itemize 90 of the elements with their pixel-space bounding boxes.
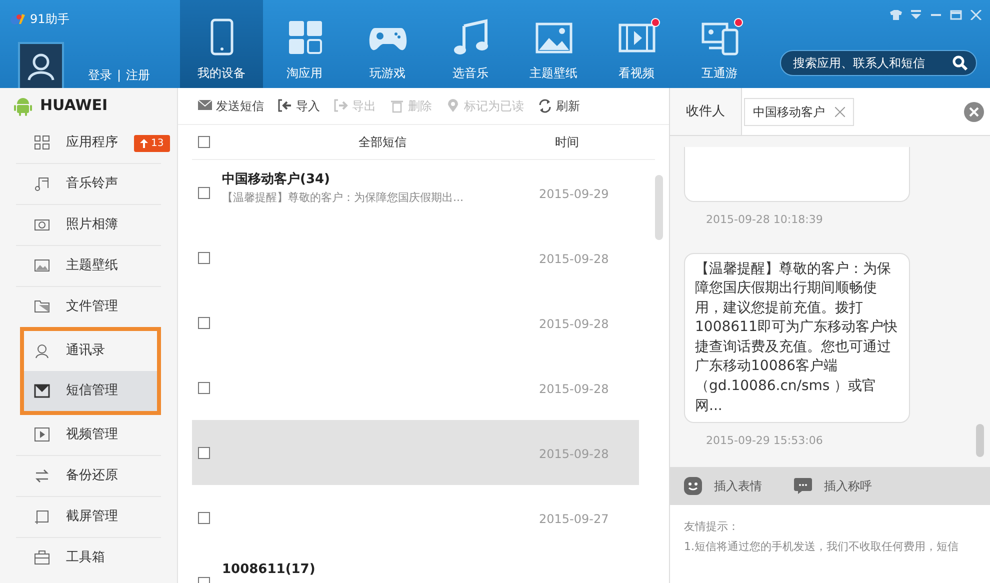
recipient-chip[interactable]: 中国移动客户	[744, 98, 854, 126]
sidebar-item[interactable]: 音乐铃声	[0, 164, 177, 204]
dropdown-icon[interactable]	[910, 10, 922, 20]
envelope-icon	[198, 99, 212, 113]
sidebar-item[interactable]: 备份还原	[0, 456, 177, 496]
tips-title: 友情提示：	[684, 519, 740, 535]
column-header: 全部短信	[358, 134, 408, 151]
message-preview: 【温馨提醒】尊敬的客户：为保障您国庆假期出...	[222, 190, 464, 206]
login-link[interactable]: 登录	[88, 66, 112, 84]
crop-icon	[34, 509, 50, 525]
register-link[interactable]: 注册	[126, 66, 150, 84]
export-icon	[334, 99, 348, 113]
shirt-icon[interactable]	[890, 10, 902, 20]
toolbar-button[interactable]: 发送短信	[198, 97, 264, 115]
nav-tab[interactable]: 选音乐	[429, 0, 512, 88]
row-checkbox[interactable]	[198, 317, 210, 329]
sidebar-item[interactable]: 通讯录	[24, 331, 157, 371]
sidebar-item[interactable]: 文件管理	[0, 287, 177, 327]
sidebar-item[interactable]: 主题壁纸	[0, 246, 177, 286]
sidebar-item[interactable]: 照片相簿	[0, 205, 177, 245]
nav-tab[interactable]: 我的设备	[180, 0, 263, 88]
compose-tool-button[interactable]: 插入称呼	[794, 477, 872, 495]
device-name: HUAWEI	[40, 95, 108, 116]
nav-tab[interactable]: 淘应用	[263, 0, 346, 88]
row-checkbox[interactable]	[198, 252, 210, 264]
message-time: 2015-09-28 10:18:39	[706, 212, 823, 228]
message-bubble: 【温馨提醒】尊敬的客户：为保障您国庆假期出行期间顺畅使用，建议您提前充值。拨打1008611即可为广东移动客户快捷查询话费及充值。您也可通过广东移动10086客户端（gd.10086.cn/sms ）或官网...	[684, 252, 910, 424]
scrollbar[interactable]	[976, 424, 984, 457]
refresh-icon	[538, 99, 552, 113]
message-date: 2015-09-27	[539, 511, 610, 528]
sender-name: 1008611(17)	[222, 561, 316, 579]
row-checkbox[interactable]	[198, 512, 210, 524]
row-checkbox[interactable]	[198, 187, 210, 199]
message-time: 2015-09-29 15:53:06	[706, 433, 823, 450]
message-date: 2015-09-28	[539, 381, 610, 398]
recipient-label: 收件人	[670, 88, 742, 135]
scrollbar[interactable]	[655, 175, 663, 240]
toolbar-button[interactable]: 导入	[278, 97, 320, 115]
smiley-icon	[684, 477, 702, 495]
picture-icon	[34, 258, 50, 274]
logo-icon	[10, 13, 26, 25]
close-icon[interactable]	[835, 106, 845, 116]
apps-grid-icon	[34, 135, 50, 151]
nav-tab[interactable]: 看视频	[595, 0, 678, 88]
update-badge: 13	[134, 134, 170, 152]
app-title: 91助手	[30, 11, 70, 28]
message-date: 2015-09-28	[539, 316, 610, 333]
message-row[interactable]: 1008611(17)	[192, 550, 639, 583]
toolbox-icon	[34, 550, 50, 566]
nav-tab[interactable]: 玩游戏	[346, 0, 429, 88]
maximize-icon[interactable]	[950, 10, 962, 20]
avatar-placeholder[interactable]	[18, 42, 64, 88]
row-checkbox[interactable]	[198, 447, 210, 459]
music-note-icon	[34, 176, 50, 192]
play-icon	[34, 427, 50, 443]
toolbar-button[interactable]: 刷新	[538, 97, 580, 115]
sidebar-item[interactable]: 视频管理	[0, 415, 177, 455]
user-icon	[26, 51, 56, 81]
sidebar-item[interactable]: 应用程序 13	[0, 123, 177, 163]
message-row[interactable]: 中国移动客户(34) 【温馨提醒】尊敬的客户：为保障您国庆假期出... 2015-09-29	[192, 160, 639, 225]
message-date: 2015-09-29	[539, 186, 610, 203]
tip-text: 1.短信将通过您的手机发送，我们不收取任何费用，短信	[684, 538, 960, 555]
arrow-icon	[140, 138, 148, 148]
music-note-icon	[452, 18, 490, 56]
column-header: 时间	[555, 134, 580, 151]
speech-bubble-icon	[794, 477, 812, 495]
camera-icon	[34, 217, 50, 233]
separator: |	[117, 67, 122, 84]
sidebar-item[interactable]: 短信管理	[24, 371, 157, 411]
pin-icon	[446, 99, 460, 113]
compose-tool-button[interactable]: 插入表情	[684, 477, 762, 495]
folder-icon	[34, 299, 50, 315]
row-checkbox[interactable]	[198, 382, 210, 394]
search-icon[interactable]	[952, 55, 968, 71]
nav-tab[interactable]: 主题壁纸	[512, 0, 595, 88]
message-date: 2015-09-28	[539, 251, 610, 268]
contact-icon	[34, 343, 50, 359]
nav-tab[interactable]: 互通游	[678, 0, 761, 88]
envelope-icon	[34, 383, 50, 399]
sender-name: 中国移动客户(34)	[222, 170, 331, 189]
sidebar-item[interactable]: 截屏管理	[0, 497, 177, 537]
sync-icon	[34, 468, 50, 484]
message-date: 2015-09-28	[539, 446, 610, 463]
import-icon	[278, 99, 292, 113]
select-all-checkbox[interactable]	[198, 136, 210, 148]
close-icon[interactable]	[964, 102, 984, 122]
android-icon	[14, 96, 32, 116]
search-field[interactable]: 搜索应用、联系人和短信	[780, 50, 977, 76]
sidebar-item[interactable]: 工具箱	[0, 538, 177, 578]
trash-icon	[390, 99, 404, 113]
